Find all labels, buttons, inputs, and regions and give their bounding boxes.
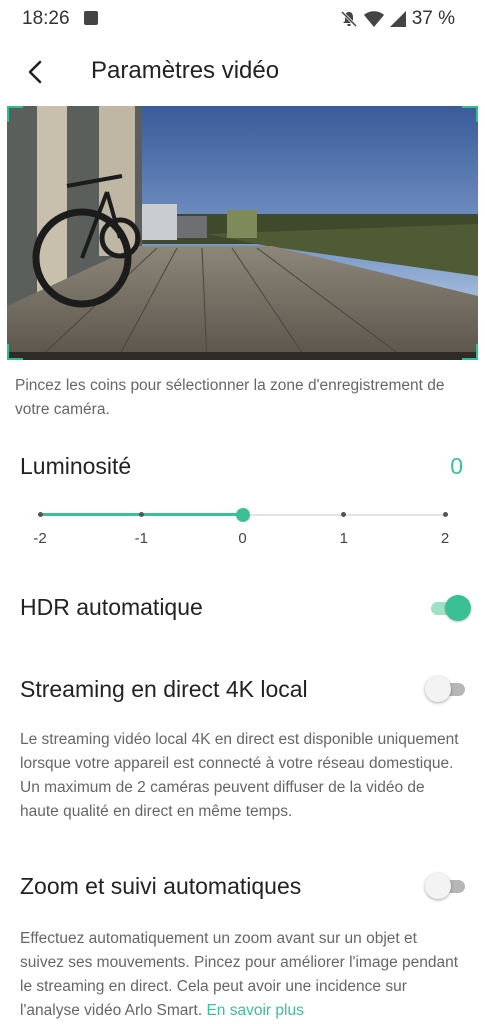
toggle-thumb — [425, 676, 451, 702]
status-bar: 18:26 37 % — [0, 0, 485, 38]
slider-tick — [138, 512, 144, 517]
zoom-tracking-toggle[interactable] — [425, 872, 471, 900]
status-icons: 37 % — [340, 8, 455, 30]
slider-thumb[interactable] — [235, 508, 250, 522]
page-title: Paramètres vidéo — [91, 57, 280, 84]
zone-corner-bottom-right[interactable] — [462, 344, 478, 360]
brightness-value: 0 — [450, 453, 463, 479]
slider-tick — [442, 512, 448, 517]
image-icon — [84, 11, 98, 25]
zone-corner-top-left[interactable] — [7, 106, 23, 122]
streaming-4k-toggle[interactable] — [425, 675, 471, 703]
hdr-label: HDR automatique — [20, 594, 203, 620]
mute-bell-icon — [340, 10, 357, 28]
zone-corner-bottom-left[interactable] — [7, 344, 23, 360]
status-time: 18:26 — [22, 8, 70, 29]
zoom-tracking-description: Effectuez automatiquement un zoom avant … — [20, 927, 460, 1023]
preview-caption: Pincez les coins pour sélectionner la zo… — [15, 377, 445, 418]
preview-scene — [7, 106, 478, 360]
battery-level: 37 % — [411, 8, 455, 29]
zoom-tracking-label: Zoom et suivi automatiques — [20, 873, 302, 899]
zone-corner-top-right[interactable] — [462, 106, 478, 122]
streaming-4k-description: Le streaming vidéo local 4K en direct es… — [20, 731, 459, 820]
toggle-thumb — [445, 595, 471, 621]
slider-tick-label: 0 — [238, 530, 247, 547]
slider-tick-label: -1 — [134, 530, 148, 547]
learn-more-link[interactable]: En savoir plus — [206, 1002, 303, 1019]
brightness-label: Luminosité — [20, 453, 132, 479]
slider-tick-label: 1 — [339, 530, 348, 547]
brightness-slider[interactable] — [37, 500, 448, 530]
slider-tick-label: -2 — [33, 530, 47, 547]
wifi-icon — [363, 11, 384, 27]
streaming-4k-label: Streaming en direct 4K local — [20, 676, 308, 702]
hdr-toggle[interactable] — [425, 594, 471, 622]
app-header: Paramètres vidéo — [0, 40, 485, 104]
slider-tick — [37, 512, 43, 517]
slider-tick-label: 2 — [440, 530, 450, 547]
signal-icon — [389, 11, 406, 27]
slider-tick — [341, 512, 347, 517]
back-arrow-icon[interactable] — [24, 58, 48, 86]
toggle-thumb — [425, 873, 451, 899]
camera-preview[interactable] — [7, 106, 478, 360]
